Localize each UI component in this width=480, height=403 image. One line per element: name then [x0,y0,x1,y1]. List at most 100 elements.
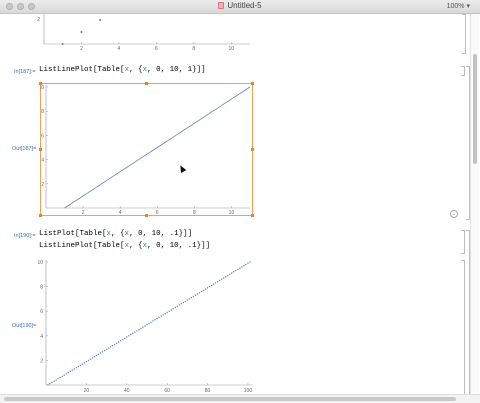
out190-data-point [174,306,176,309]
out190-data-point [79,364,81,366]
out190-ytick-label: 8 [40,285,43,291]
out190-data-point [214,282,217,284]
out190-data-point [73,368,75,370]
out187-ytick-label: 6 [41,133,44,139]
out190-data-point [57,378,59,380]
out190-data-point [114,343,116,346]
out190-data-point [97,353,100,355]
vertical-scroll-thumb[interactable] [473,54,477,164]
out190-data-point [95,354,98,357]
out190-data-point [192,295,195,298]
in190-label: In[190]:= [14,233,36,239]
out190-data-point [190,297,193,299]
out190-data-point [136,330,138,332]
out190-data-point [210,284,213,287]
top-ytick: 2 [37,17,40,23]
title-bar: Untitled-5 100% ▾ [0,0,480,14]
in190-line2-end: , 0, 10, .1}]] [147,242,211,250]
out190-data-point [249,261,251,263]
out190-data-point [202,289,205,291]
document-icon [218,2,225,9]
out190-data-point [184,300,187,303]
out190-data-point [120,340,122,342]
out190-data-point [221,278,223,280]
out190-data-point [233,271,235,273]
out190-data-point [208,285,211,288]
cell-bracket-in187[interactable] [461,66,465,76]
vertical-scrollbar[interactable] [470,14,479,394]
out190-data-point [247,262,249,264]
in190-code-line1[interactable]: ListPlot[Table[x, {x, 0, 10, .1}]] [39,230,192,238]
top-plot: 2 2 4 6 8 10 [37,14,250,50]
out190-ytick-label: 6 [40,309,43,315]
out187-xtick-label: 8 [193,210,196,216]
in187-label: In[187]:= [14,69,36,75]
out190-data-point [160,315,162,317]
out190-data-point [118,341,120,343]
out190-data-point [237,268,239,271]
out190-label: Out[190]= [12,323,37,329]
out190-data-point [194,294,197,296]
out190-data-point [200,290,203,293]
out187-plot: 10 8 6 4 2 2 4 6 8 10 [40,85,251,216]
window-title: Untitled-5 [0,1,480,10]
out190-data-point [146,324,148,326]
out190-ytick-label: 10 [37,260,43,266]
out190-data-point [134,331,136,333]
out190-data-point [152,320,154,322]
out187-label: Out[187]= [12,146,37,152]
out190-data-point [204,288,207,290]
out190-data-point [71,369,73,371]
out190-data-point [196,293,199,295]
out190-data-point [235,269,237,272]
out190-data-point [168,310,170,312]
collapse-cell-button[interactable]: ⌄ [450,210,458,218]
out190-data-point [225,276,227,278]
out190-data-point [180,303,182,305]
zoom-value: 100% [446,3,465,10]
out190-data-point [164,313,166,315]
in187-rest1: , { [129,66,143,74]
out190-data-point [65,373,67,375]
out190-data-point [85,360,88,363]
out190-data-point [91,357,94,359]
out190-data-point [81,363,84,365]
out190-data-point [75,367,77,369]
out190-data-point [51,381,53,384]
out190-data-point [186,299,189,301]
notebook-content: 2 2 4 6 8 10 In[187]:= ListLinePlot[Table[x,… [0,14,480,394]
cell-bracket-out190[interactable] [461,260,465,394]
out190-data-point [154,319,156,321]
out190-data-point [67,372,69,374]
cell-bracket-top[interactable] [462,14,466,54]
in190-code-line2[interactable]: ListLinePlot[Table[x, {x, 0, 10, .1}]] [39,242,210,250]
cell-bracket-in190[interactable] [461,230,465,254]
out190-data-point [148,322,150,325]
out190-data-point [142,326,144,328]
out190-ytick-label: 4 [40,334,43,340]
out190-data-point [99,352,102,354]
out190-data-point [49,383,51,385]
out190-data-point [61,375,63,378]
window-title-text: Untitled-5 [227,1,262,10]
out190-data-point [198,292,201,294]
out190-data-point [77,365,79,368]
out190-data-point [162,314,164,316]
zoom-menu[interactable]: 100% ▾ [447,2,470,10]
out190-data-point [144,325,146,327]
out187-ytick-label: 2 [41,182,44,188]
horizontal-scroll-thumb[interactable] [4,397,456,401]
out190-data-point [47,384,49,386]
out190-data-point [182,301,184,304]
out190-data-point [132,332,134,334]
out187-ytick-label: 4 [41,158,44,164]
in187-fn: ListLinePlot[Table[ [39,66,125,74]
out190-data-point [245,263,247,266]
out190-data-point [55,379,57,381]
out190-data-point [243,265,245,267]
out187-ytick-label: 8 [41,109,44,115]
in187-code[interactable]: ListLinePlot[Table[x, {x, 0, 10, 1}]] [39,66,206,74]
out190-data-point [156,317,158,320]
out190-data-point [130,333,132,336]
out190-data-point [122,338,124,341]
